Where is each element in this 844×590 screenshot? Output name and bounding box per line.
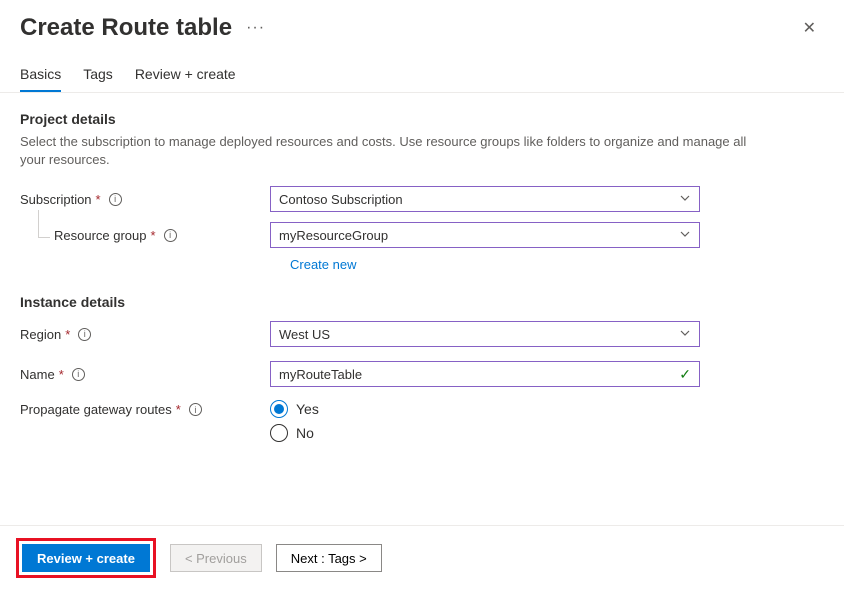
resource-group-value: myResourceGroup: [279, 228, 388, 243]
propagate-radio-group: Yes No: [270, 400, 319, 442]
subscription-value: Contoso Subscription: [279, 192, 403, 207]
chevron-down-icon: [679, 327, 691, 342]
subscription-label: Subscription * i: [20, 192, 270, 207]
resource-group-select[interactable]: myResourceGroup: [270, 222, 700, 248]
name-input[interactable]: myRouteTable ✓: [270, 361, 700, 387]
project-details-heading: Project details: [20, 111, 824, 127]
chevron-down-icon: [679, 192, 691, 207]
propagate-row: Propagate gateway routes * i Yes No: [20, 400, 824, 442]
propagate-yes-label: Yes: [296, 401, 319, 417]
required-asterisk: *: [59, 367, 64, 382]
info-icon[interactable]: i: [72, 368, 85, 381]
create-new-link[interactable]: Create new: [290, 257, 824, 272]
propagate-label-text: Propagate gateway routes: [20, 402, 172, 417]
more-actions-icon[interactable]: ···: [246, 19, 265, 37]
review-create-highlight: Review + create: [16, 538, 156, 578]
subscription-label-text: Subscription: [20, 192, 92, 207]
name-label: Name * i: [20, 367, 270, 382]
info-icon[interactable]: i: [109, 193, 122, 206]
required-asterisk: *: [176, 402, 181, 417]
tab-tags[interactable]: Tags: [83, 66, 113, 92]
tree-indent-line: [38, 210, 50, 238]
info-icon[interactable]: i: [78, 328, 91, 341]
page-header: Create Route table ··· ✕: [0, 0, 844, 50]
propagate-no-radio[interactable]: No: [270, 424, 319, 442]
radio-icon-selected: [270, 400, 288, 418]
name-value: myRouteTable: [279, 367, 362, 382]
subscription-row: Subscription * i Contoso Subscription: [20, 185, 824, 213]
name-row: Name * i myRouteTable ✓: [20, 360, 824, 388]
subscription-select[interactable]: Contoso Subscription: [270, 186, 700, 212]
tab-bar: Basics Tags Review + create: [0, 50, 844, 93]
previous-button: < Previous: [170, 544, 262, 572]
radio-icon: [270, 424, 288, 442]
region-label-text: Region: [20, 327, 61, 342]
close-icon[interactable]: ✕: [795, 14, 824, 42]
resource-group-label: Resource group * i: [20, 228, 270, 243]
next-button[interactable]: Next : Tags >: [276, 544, 382, 572]
propagate-label: Propagate gateway routes * i: [20, 400, 270, 417]
region-select[interactable]: West US: [270, 321, 700, 347]
propagate-no-label: No: [296, 425, 314, 441]
name-label-text: Name: [20, 367, 55, 382]
info-icon[interactable]: i: [164, 229, 177, 242]
required-asterisk: *: [151, 228, 156, 243]
form-content: Project details Select the subscription …: [0, 93, 844, 470]
tab-review-create[interactable]: Review + create: [135, 66, 236, 92]
review-create-button[interactable]: Review + create: [22, 544, 150, 572]
propagate-yes-radio[interactable]: Yes: [270, 400, 319, 418]
instance-details-heading: Instance details: [20, 294, 824, 310]
checkmark-icon: ✓: [679, 366, 691, 383]
required-asterisk: *: [96, 192, 101, 207]
region-label: Region * i: [20, 327, 270, 342]
tab-basics[interactable]: Basics: [20, 66, 61, 92]
project-details-description: Select the subscription to manage deploy…: [20, 133, 760, 169]
resource-group-row: Resource group * i myResourceGroup: [20, 221, 824, 249]
page-title: Create Route table: [20, 14, 232, 42]
required-asterisk: *: [65, 327, 70, 342]
footer-actions: Review + create < Previous Next : Tags >: [0, 525, 844, 590]
resource-group-label-text: Resource group: [54, 228, 147, 243]
region-value: West US: [279, 327, 330, 342]
chevron-down-icon: [679, 228, 691, 243]
region-row: Region * i West US: [20, 320, 824, 348]
info-icon[interactable]: i: [189, 403, 202, 416]
